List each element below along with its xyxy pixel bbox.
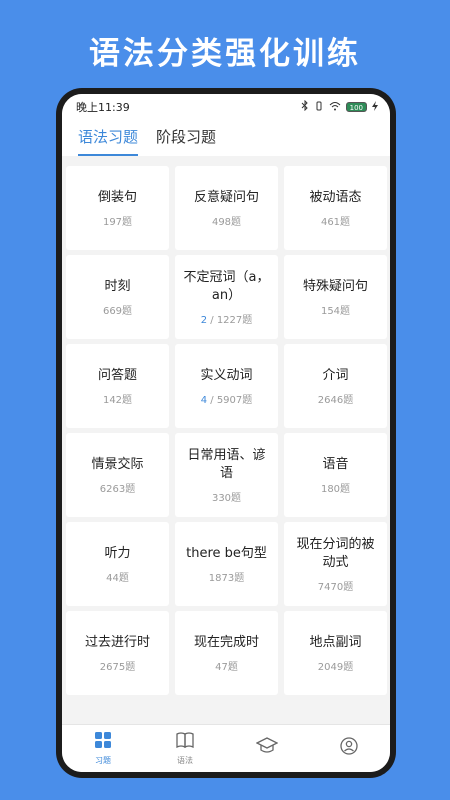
category-count: 2 / 1227题 xyxy=(200,314,253,326)
category-card[interactable]: 语音 180题 xyxy=(284,433,387,517)
category-title: 问答题 xyxy=(97,367,137,383)
battery-icon: 100 xyxy=(345,102,367,112)
tab-grammar-exercises[interactable]: 语法习题 xyxy=(78,126,139,156)
category-title: 介词 xyxy=(322,367,349,383)
category-card[interactable]: 特殊疑问句 154题 xyxy=(284,255,387,339)
category-card[interactable]: 问答题 142题 xyxy=(66,344,169,428)
category-title: 反意疑问句 xyxy=(193,189,259,205)
category-grid: 倒装句 197题 反意疑问句 498题 被动语态 461题 时刻 669题 不定… xyxy=(66,166,387,695)
nav-label: 语法 xyxy=(177,756,193,765)
category-count: 2049题 xyxy=(317,661,354,673)
category-card[interactable]: 现在完成时 47题 xyxy=(175,611,278,695)
category-title: 听力 xyxy=(104,545,131,561)
nav-profile[interactable] xyxy=(319,736,379,761)
category-count: 44题 xyxy=(106,572,129,584)
charging-icon xyxy=(372,100,378,114)
category-title: 倒装句 xyxy=(97,189,137,205)
category-card[interactable]: 倒装句 197题 xyxy=(66,166,169,250)
category-card[interactable]: 反意疑问句 498题 xyxy=(175,166,278,250)
status-icons: 100 xyxy=(301,99,378,114)
category-card[interactable]: 现在分词的被动式 7470题 xyxy=(284,522,387,606)
category-title: 现在分词的被动式 xyxy=(296,536,375,570)
category-title: 特殊疑问句 xyxy=(302,278,368,294)
tab-bar: 语法习题 阶段习题 xyxy=(62,120,390,156)
category-count: 461题 xyxy=(320,216,351,228)
category-count: 498题 xyxy=(211,216,242,228)
category-title: 地点副词 xyxy=(309,634,362,650)
category-card[interactable]: 被动语态 461题 xyxy=(284,166,387,250)
category-card[interactable]: 介词 2646题 xyxy=(284,344,387,428)
category-count: 180题 xyxy=(320,483,351,495)
category-card[interactable]: 实义动词 4 / 5907题 xyxy=(175,344,278,428)
category-count: 47题 xyxy=(215,661,238,673)
bottom-nav: 习题 语法 xyxy=(62,724,390,772)
category-count: 7470题 xyxy=(317,581,354,593)
category-title: 不定冠词（a，an） xyxy=(183,269,270,303)
category-count: 2646题 xyxy=(317,394,354,406)
tab-stage-exercises[interactable]: 阶段习题 xyxy=(156,126,216,156)
category-card[interactable]: 不定冠词（a，an） 2 / 1227题 xyxy=(175,255,278,339)
wifi-icon xyxy=(329,101,341,114)
promo-headline: 语法分类强化训练 xyxy=(89,36,361,72)
category-count: 669题 xyxy=(102,305,133,317)
category-count: 330题 xyxy=(211,492,242,504)
phone-frame: 晚上11:39 100 语法习题 阶段习题 倒装句 197题 反意疑问句 498… xyxy=(56,88,396,778)
nav-learn[interactable] xyxy=(237,736,297,761)
category-card[interactable]: 日常用语、谚语 330题 xyxy=(175,433,278,517)
category-count: 154题 xyxy=(320,305,351,317)
category-title: 日常用语、谚语 xyxy=(187,447,266,481)
book-icon xyxy=(175,731,195,753)
category-count: 4 / 5907题 xyxy=(200,394,253,406)
category-count: 142题 xyxy=(102,394,133,406)
category-count: 197题 xyxy=(102,216,133,228)
app-screen: 晚上11:39 100 语法习题 阶段习题 倒装句 197题 反意疑问句 498… xyxy=(62,94,390,772)
category-count: 2675题 xyxy=(99,661,136,673)
category-title: 现在完成时 xyxy=(193,634,259,650)
category-title: 时刻 xyxy=(104,278,131,294)
category-title: 实义动词 xyxy=(200,367,253,383)
nav-grammar[interactable]: 语法 xyxy=(155,731,215,766)
category-count: 1873题 xyxy=(208,572,245,584)
category-title: 语音 xyxy=(322,456,349,472)
nav-exercises[interactable]: 习题 xyxy=(73,731,133,766)
profile-icon xyxy=(340,736,358,759)
category-card[interactable]: 时刻 669题 xyxy=(66,255,169,339)
status-bar: 晚上11:39 100 xyxy=(62,94,390,120)
graduation-cap-icon xyxy=(255,736,279,759)
category-card[interactable]: 情景交际 6263题 xyxy=(66,433,169,517)
category-title: 过去进行时 xyxy=(84,634,150,650)
category-card[interactable]: 地点副词 2049题 xyxy=(284,611,387,695)
category-title: there be句型 xyxy=(186,545,267,561)
vibrate-icon xyxy=(314,101,324,114)
category-title: 情景交际 xyxy=(91,456,144,472)
bluetooth-icon xyxy=(301,99,309,114)
category-title: 被动语态 xyxy=(309,189,362,205)
status-time: 晚上11:39 xyxy=(76,101,130,114)
category-card[interactable]: 听力 44题 xyxy=(66,522,169,606)
category-card[interactable]: 过去进行时 2675题 xyxy=(66,611,169,695)
category-count: 6263题 xyxy=(99,483,136,495)
grid-icon xyxy=(94,731,112,753)
nav-label: 习题 xyxy=(95,756,111,765)
category-card[interactable]: there be句型 1873题 xyxy=(175,522,278,606)
